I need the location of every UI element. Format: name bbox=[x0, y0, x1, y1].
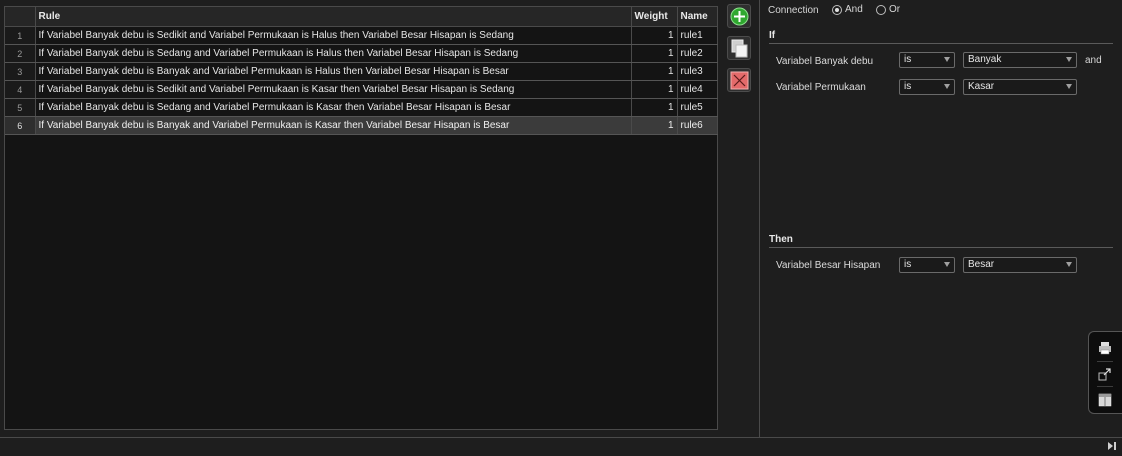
radio-selected-icon bbox=[832, 4, 842, 15]
row-index: 5 bbox=[5, 98, 36, 117]
header-index bbox=[5, 7, 36, 27]
table-row[interactable]: 2 If Variabel Banyak debu is Sedang and … bbox=[5, 44, 718, 63]
dropdown-arrow-icon bbox=[1066, 84, 1072, 89]
name-cell[interactable]: rule3 bbox=[677, 62, 718, 81]
connector-and-text: and bbox=[1085, 55, 1102, 66]
toolbar-separator bbox=[1097, 386, 1113, 387]
header-rule[interactable]: Rule bbox=[35, 7, 632, 27]
dropdown-arrow-icon bbox=[1066, 262, 1072, 267]
rule-cell[interactable]: If Variabel Banyak debu is Sedang and Va… bbox=[35, 98, 632, 117]
input-membership-select[interactable]: Kasar bbox=[963, 79, 1077, 95]
rule-cell[interactable]: If Variabel Banyak debu is Sedikit and V… bbox=[35, 26, 632, 45]
table-row-selected[interactable]: 6 If Variabel Banyak debu is Banyak and … bbox=[5, 116, 718, 135]
name-cell[interactable]: rule5 bbox=[677, 98, 718, 117]
header-weight[interactable]: Weight bbox=[631, 7, 678, 27]
weight-cell[interactable]: 1 bbox=[631, 80, 678, 99]
add-rule-icon bbox=[730, 7, 749, 26]
output-variable-label: Variabel Besar Hisapan bbox=[776, 260, 881, 271]
add-rule-button[interactable] bbox=[727, 4, 751, 28]
duplicate-rule-icon bbox=[731, 39, 748, 58]
select-value: is bbox=[904, 81, 912, 92]
then-section-title: Then bbox=[769, 234, 1113, 248]
row-index: 3 bbox=[5, 62, 36, 81]
connection-and-radio[interactable]: And bbox=[832, 4, 863, 15]
weight-cell[interactable]: 1 bbox=[631, 44, 678, 63]
rule-table[interactable]: Rule Weight Name 1 If Variabel Banyak de… bbox=[4, 6, 718, 430]
input-operator-select[interactable]: is bbox=[899, 52, 955, 68]
input-membership-select[interactable]: Banyak bbox=[963, 52, 1077, 68]
dropdown-arrow-icon bbox=[944, 262, 950, 267]
select-value: is bbox=[904, 259, 912, 270]
print-icon[interactable] bbox=[1098, 341, 1112, 355]
row-index: 2 bbox=[5, 44, 36, 63]
toolbar-separator bbox=[1097, 361, 1113, 362]
input-variable-label: Variabel Banyak debu bbox=[776, 56, 874, 67]
name-cell[interactable]: rule2 bbox=[677, 44, 718, 63]
table-row[interactable]: 5 If Variabel Banyak debu is Sedang and … bbox=[5, 98, 718, 117]
rule-cell[interactable]: If Variabel Banyak debu is Sedang and Va… bbox=[35, 44, 632, 63]
weight-cell[interactable]: 1 bbox=[631, 62, 678, 81]
input-variable-label: Variabel Permukaan bbox=[776, 82, 866, 93]
table-row[interactable]: 3 If Variabel Banyak debu is Banyak and … bbox=[5, 62, 718, 81]
rule-cell[interactable]: If Variabel Banyak debu is Sedikit and V… bbox=[35, 80, 632, 99]
row-index: 1 bbox=[5, 26, 36, 45]
duplicate-rule-button[interactable] bbox=[727, 36, 751, 60]
undock-icon[interactable] bbox=[1098, 367, 1112, 381]
table-row[interactable]: 4 If Variabel Banyak debu is Sedikit and… bbox=[5, 80, 718, 99]
delete-rule-button[interactable] bbox=[727, 68, 751, 92]
output-membership-select[interactable]: Besar bbox=[963, 257, 1077, 273]
name-cell[interactable]: rule6 bbox=[677, 116, 718, 135]
connection-label: Connection bbox=[768, 5, 819, 16]
weight-cell[interactable]: 1 bbox=[631, 98, 678, 117]
rule-cell[interactable]: If Variabel Banyak debu is Banyak and Va… bbox=[35, 62, 632, 81]
status-bar-divider bbox=[0, 437, 1122, 438]
input-operator-select[interactable]: is bbox=[899, 79, 955, 95]
if-section-title: If bbox=[769, 30, 1113, 44]
row-index: 6 bbox=[5, 116, 36, 135]
select-value: Banyak bbox=[968, 54, 1002, 65]
table-header: Rule Weight Name bbox=[5, 7, 718, 27]
radio-unselected-icon bbox=[876, 4, 886, 15]
select-value: Besar bbox=[968, 259, 995, 270]
dropdown-arrow-icon bbox=[944, 84, 950, 89]
rule-cell[interactable]: If Variabel Banyak debu is Banyak and Va… bbox=[35, 116, 632, 135]
connection-or-radio[interactable]: Or bbox=[876, 4, 900, 15]
output-operator-select[interactable]: is bbox=[899, 257, 955, 273]
select-value: is bbox=[904, 54, 912, 65]
row-index: 4 bbox=[5, 80, 36, 99]
expand-panel-icon[interactable] bbox=[1107, 441, 1117, 451]
dropdown-arrow-icon bbox=[944, 57, 950, 62]
layout-icon[interactable] bbox=[1098, 393, 1112, 407]
weight-cell[interactable]: 1 bbox=[631, 26, 678, 45]
header-name[interactable]: Name bbox=[677, 7, 718, 27]
select-value: Kasar bbox=[968, 81, 995, 92]
table-row[interactable]: 1 If Variabel Banyak debu is Sedikit and… bbox=[5, 26, 718, 45]
weight-cell[interactable]: 1 bbox=[631, 116, 678, 135]
name-cell[interactable]: rule1 bbox=[677, 26, 718, 45]
delete-rule-icon bbox=[730, 71, 749, 90]
connection-or-label: Or bbox=[889, 4, 901, 15]
name-cell[interactable]: rule4 bbox=[677, 80, 718, 99]
dropdown-arrow-icon bbox=[1066, 57, 1072, 62]
panel-divider[interactable] bbox=[759, 0, 760, 437]
connection-and-label: And bbox=[845, 4, 863, 15]
side-toolbar bbox=[1088, 331, 1122, 414]
